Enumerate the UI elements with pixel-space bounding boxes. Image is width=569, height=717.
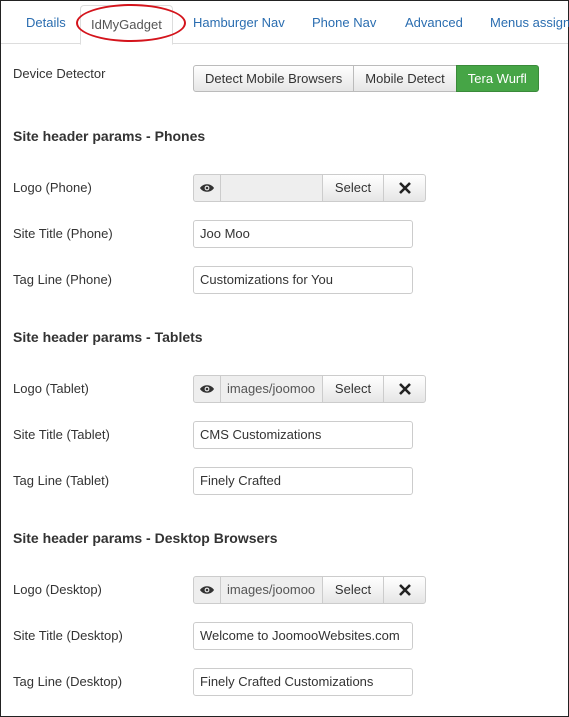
tag-line-phone-input[interactable]: Customizations for You	[193, 266, 413, 294]
logo-tablet-label: Logo (Tablet)	[13, 381, 89, 396]
site-title-desktop-input[interactable]: Welcome to JoomooWebsites.com	[193, 622, 413, 650]
logo-tablet-path: images/joomoo	[220, 375, 323, 403]
eye-icon[interactable]	[193, 375, 221, 403]
tab-bar: Details IdMyGadget Hamburger Nav Phone N…	[1, 1, 569, 45]
tag-line-desktop-input[interactable]: Finely Crafted Customizations	[193, 668, 413, 696]
tag-line-tablet-input[interactable]: Finely Crafted	[193, 467, 413, 495]
eye-icon[interactable]	[193, 174, 221, 202]
site-title-phone-input[interactable]: Joo Moo	[193, 220, 413, 248]
device-detector-button-group: Detect Mobile Browsers Mobile Detect Ter…	[193, 65, 539, 92]
close-icon	[398, 383, 411, 395]
tag-line-phone-label: Tag Line (Phone)	[13, 272, 113, 287]
logo-phone-select-button[interactable]: Select	[322, 174, 384, 202]
site-title-phone-label: Site Title (Phone)	[13, 226, 113, 241]
mobile-detect-button[interactable]: Mobile Detect	[353, 65, 457, 92]
logo-desktop-media-field: images/joomoo Select	[193, 576, 427, 604]
logo-desktop-select-button[interactable]: Select	[322, 576, 384, 604]
detect-mobile-browsers-button[interactable]: Detect Mobile Browsers	[193, 65, 355, 92]
logo-phone-label: Logo (Phone)	[13, 180, 92, 195]
tag-line-desktop-label: Tag Line (Desktop)	[13, 674, 123, 689]
logo-desktop-clear-button[interactable]	[383, 576, 426, 604]
device-detector-label: Device Detector	[13, 66, 106, 81]
eye-icon[interactable]	[193, 576, 221, 604]
logo-tablet-clear-button[interactable]	[383, 375, 426, 403]
tera-wurfl-button[interactable]: Tera Wurfl	[455, 65, 539, 92]
logo-phone-clear-button[interactable]	[383, 174, 426, 202]
close-icon	[398, 182, 411, 194]
section-heading-phones: Site header params - Phones	[13, 128, 206, 144]
logo-tablet-media-field: images/joomoo Select	[193, 375, 427, 403]
close-icon	[398, 584, 411, 596]
logo-phone-media-field: Select	[193, 174, 427, 202]
window-frame	[0, 0, 569, 717]
tab-menus-assignment[interactable]: Menus assign	[490, 15, 569, 30]
tab-details[interactable]: Details	[26, 15, 66, 30]
tag-line-tablet-label: Tag Line (Tablet)	[13, 473, 110, 488]
tab-idmygadget[interactable]: IdMyGadget	[80, 5, 173, 45]
section-heading-desktop: Site header params - Desktop Browsers	[13, 530, 278, 546]
site-title-tablet-label: Site Title (Tablet)	[13, 427, 110, 442]
site-title-desktop-label: Site Title (Desktop)	[13, 628, 123, 643]
logo-desktop-label: Logo (Desktop)	[13, 582, 102, 597]
tab-hamburger-nav[interactable]: Hamburger Nav	[193, 15, 285, 30]
logo-tablet-select-button[interactable]: Select	[322, 375, 384, 403]
logo-phone-path	[220, 174, 323, 202]
tab-idmygadget-label: IdMyGadget	[91, 17, 162, 32]
section-heading-tablets: Site header params - Tablets	[13, 329, 203, 345]
tab-advanced[interactable]: Advanced	[405, 15, 463, 30]
logo-desktop-path: images/joomoo	[220, 576, 323, 604]
tab-phone-nav[interactable]: Phone Nav	[312, 15, 376, 30]
site-title-tablet-input[interactable]: CMS Customizations	[193, 421, 413, 449]
